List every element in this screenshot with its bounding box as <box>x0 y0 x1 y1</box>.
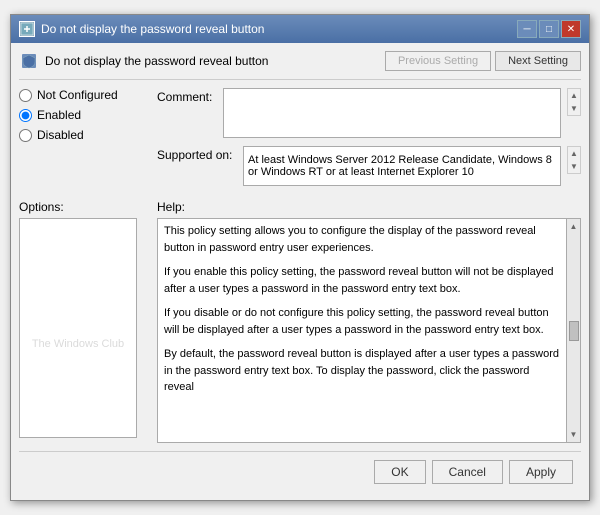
options-label: Options: <box>19 200 149 214</box>
enabled-radio[interactable] <box>19 109 32 122</box>
not-configured-radio[interactable] <box>19 89 32 102</box>
help-scroll-thumb[interactable] <box>569 321 579 341</box>
help-scroll-up[interactable]: ▲ <box>568 220 580 233</box>
help-label: Help: <box>157 200 581 214</box>
help-section: Help: This policy setting allows you to … <box>157 200 581 443</box>
comment-scrollbar[interactable]: ▲ ▼ <box>567 88 581 116</box>
supported-scroll-down[interactable]: ▼ <box>568 160 580 173</box>
scroll-up-arrow[interactable]: ▲ <box>568 89 580 102</box>
title-bar: Do not display the password reveal butto… <box>11 15 589 43</box>
comment-row: Comment: ▲ ▼ <box>157 88 581 138</box>
help-para-4: By default, the password reveal button i… <box>164 346 560 396</box>
options-section: Options: The Windows Club <box>19 200 149 443</box>
help-para-2: If you enable this policy setting, the p… <box>164 264 560 297</box>
content-area: Do not display the password reveal butto… <box>11 43 589 500</box>
supported-scrollbar[interactable]: ▲ ▼ <box>567 146 581 174</box>
disabled-option[interactable]: Disabled <box>19 128 149 142</box>
help-text-box: This policy setting allows you to config… <box>157 218 567 443</box>
nav-buttons: Previous Setting Next Setting <box>385 51 581 71</box>
watermark-text: The Windows Club <box>32 338 124 350</box>
comment-textarea[interactable] <box>223 88 561 138</box>
window-title: Do not display the password reveal butto… <box>41 22 264 36</box>
help-scrollbar[interactable]: ▲ ▼ <box>567 218 581 443</box>
enabled-option[interactable]: Enabled <box>19 108 149 122</box>
options-box: The Windows Club <box>19 218 137 438</box>
shield-icon <box>19 51 39 71</box>
supported-on-text: At least Windows Server 2012 Release Can… <box>248 154 556 178</box>
minimize-button[interactable]: ─ <box>517 20 537 38</box>
main-area: Not Configured Enabled Disabled Comm <box>19 88 581 194</box>
supported-on-value: At least Windows Server 2012 Release Can… <box>243 146 561 186</box>
comment-label: Comment: <box>157 90 217 104</box>
previous-setting-button[interactable]: Previous Setting <box>385 51 491 71</box>
title-bar-left: Do not display the password reveal butto… <box>19 21 264 37</box>
next-setting-button[interactable]: Next Setting <box>495 51 581 71</box>
supported-row: Supported on: At least Windows Server 20… <box>157 146 581 186</box>
window-icon <box>19 21 35 37</box>
radio-group: Not Configured Enabled Disabled <box>19 88 149 142</box>
top-bar-title: Do not display the password reveal butto… <box>45 54 268 68</box>
top-bar-left: Do not display the password reveal butto… <box>19 51 268 71</box>
supported-on-label: Supported on: <box>157 148 237 162</box>
apply-button[interactable]: Apply <box>509 460 573 484</box>
top-bar: Do not display the password reveal butto… <box>19 51 581 80</box>
bottom-panels: Options: The Windows Club Help: This pol… <box>19 200 581 443</box>
help-para-1: This policy setting allows you to config… <box>164 223 560 256</box>
cancel-button[interactable]: Cancel <box>432 460 503 484</box>
supported-scroll-up[interactable]: ▲ <box>568 147 580 160</box>
disabled-radio[interactable] <box>19 129 32 142</box>
not-configured-label: Not Configured <box>37 88 118 102</box>
not-configured-option[interactable]: Not Configured <box>19 88 149 102</box>
enabled-label: Enabled <box>37 108 81 122</box>
right-panel: Comment: ▲ ▼ Supported on: At least Wind… <box>157 88 581 194</box>
title-buttons: ─ □ ✕ <box>517 20 581 38</box>
help-scroll-down[interactable]: ▼ <box>568 428 580 441</box>
disabled-label: Disabled <box>37 128 84 142</box>
maximize-button[interactable]: □ <box>539 20 559 38</box>
close-button[interactable]: ✕ <box>561 20 581 38</box>
scroll-down-arrow[interactable]: ▼ <box>568 102 580 115</box>
left-panel: Not Configured Enabled Disabled <box>19 88 149 194</box>
help-box-wrapper: This policy setting allows you to config… <box>157 218 581 443</box>
main-window: Do not display the password reveal butto… <box>10 14 590 501</box>
footer: OK Cancel Apply <box>19 451 581 492</box>
help-para-3: If you disable or do not configure this … <box>164 305 560 338</box>
ok-button[interactable]: OK <box>374 460 425 484</box>
